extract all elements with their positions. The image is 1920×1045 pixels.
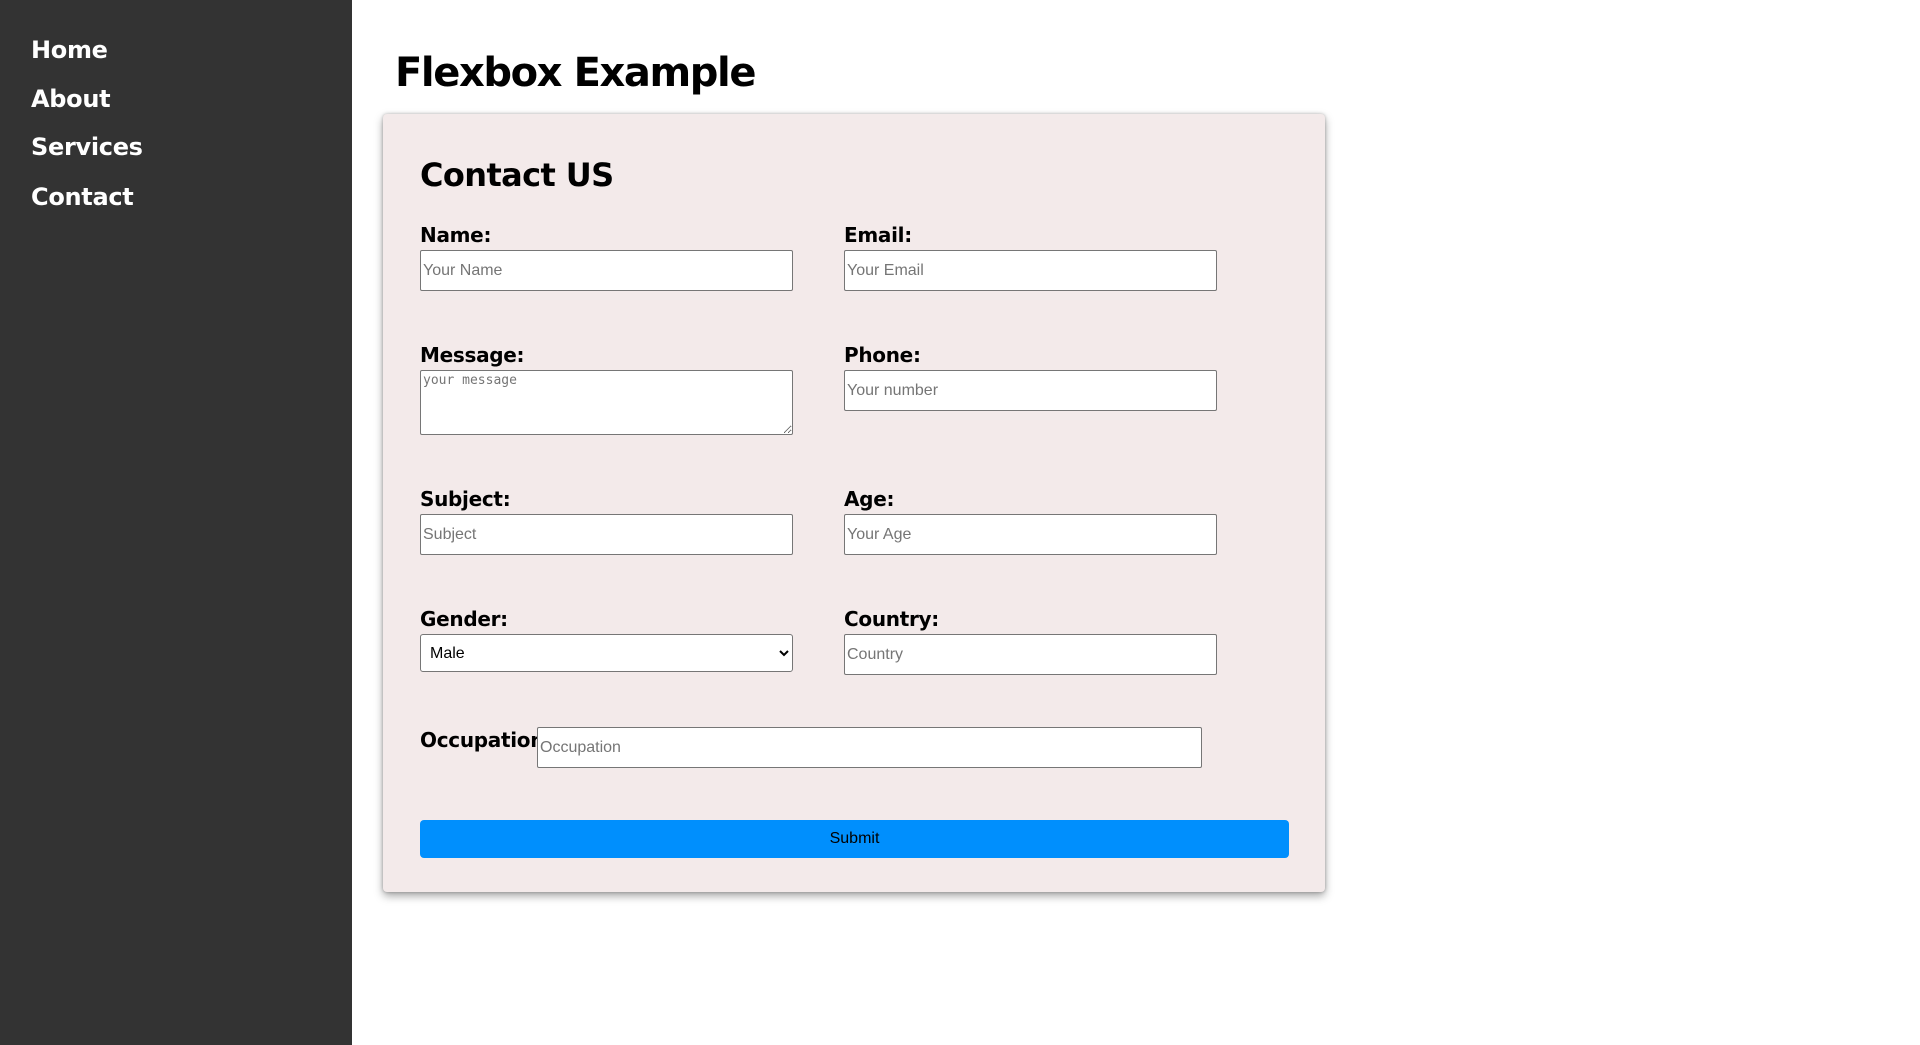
phone-input[interactable] [844, 370, 1217, 411]
page-title: Flexbox Example [395, 50, 756, 96]
message-label: Message: [420, 343, 525, 367]
gender-select[interactable]: Male [420, 634, 793, 672]
gender-label: Gender: [420, 607, 508, 631]
age-label: Age: [844, 487, 895, 511]
submit-button[interactable]: Submit [420, 820, 1289, 858]
message-textarea[interactable] [420, 370, 793, 435]
phone-label: Phone: [844, 343, 921, 367]
email-label: Email: [844, 223, 912, 247]
age-input[interactable] [844, 514, 1217, 555]
subject-label: Subject: [420, 487, 511, 511]
country-label: Country: [844, 607, 939, 631]
name-input[interactable] [420, 250, 793, 291]
occupation-input[interactable] [537, 727, 1202, 768]
subject-input[interactable] [420, 514, 793, 555]
nav-link-services[interactable]: Services [31, 133, 143, 161]
nav-link-contact[interactable]: Contact [31, 183, 134, 211]
name-label: Name: [420, 223, 492, 247]
nav-link-home[interactable]: Home [31, 36, 108, 64]
nav-link-about[interactable]: About [31, 85, 111, 113]
email-input[interactable] [844, 250, 1217, 291]
form-title: Contact US [420, 156, 614, 194]
contact-form: Contact US Name: Email: Message: Phone: … [383, 114, 1325, 892]
occupation-label: Occupation: [420, 728, 552, 752]
sidebar-nav: Home About Services Contact [0, 0, 352, 1045]
country-input[interactable] [844, 634, 1217, 675]
